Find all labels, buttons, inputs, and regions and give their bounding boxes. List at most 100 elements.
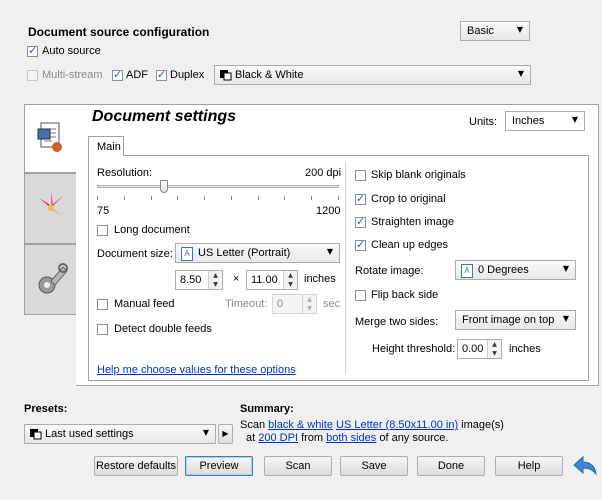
tab-main-label: Main xyxy=(97,141,121,153)
chevron-down-icon: ▼ xyxy=(562,264,569,273)
tab-document-settings[interactable] xyxy=(24,104,77,173)
document-settings-icon xyxy=(37,122,62,152)
save-button[interactable]: Save xyxy=(340,456,408,476)
slider-tick xyxy=(204,196,205,200)
flower-icon xyxy=(39,192,63,218)
slider-track xyxy=(97,185,339,188)
straighten-checkbox[interactable] xyxy=(355,215,366,228)
summary-scan: Scan xyxy=(240,419,266,431)
presets-label: Presets: xyxy=(24,403,68,415)
source-config-title: Document source configuration xyxy=(28,25,210,39)
adf-label: ADF xyxy=(126,69,148,81)
skip-blank-checkbox[interactable] xyxy=(355,170,366,181)
long-document-checkbox[interactable] xyxy=(97,225,108,236)
document-settings-title: Document settings xyxy=(92,108,237,125)
presets-value: Last used settings xyxy=(45,428,134,440)
long-document-label: Long document xyxy=(114,224,190,236)
resolution-slider[interactable] xyxy=(97,180,339,206)
chevron-down-icon: ▼ xyxy=(571,115,578,124)
summary-bw-link[interactable]: black & white xyxy=(268,419,333,431)
height-threshold-label: Height threshold: xyxy=(372,343,456,355)
mode-select[interactable]: Basic ▼ xyxy=(460,21,530,41)
rotate-value: 0 Degrees xyxy=(478,264,529,276)
resolution-max: 1200 xyxy=(316,205,341,217)
clean-edges-label: Clean up edges xyxy=(371,239,449,251)
done-button[interactable]: Done xyxy=(417,456,485,476)
column-divider xyxy=(345,162,346,374)
flip-back-checkbox[interactable] xyxy=(355,290,366,301)
summary-from: from xyxy=(301,432,324,444)
height-field[interactable]: 11.00 ▲ ▼ xyxy=(246,270,298,290)
summary-images: image(s) xyxy=(461,419,504,431)
merge-value: Front image on top xyxy=(462,314,555,326)
summary-text: Scan black & white US Letter (8.50x11.00… xyxy=(240,419,540,445)
tab-device-settings[interactable] xyxy=(24,244,77,315)
chevron-down-icon: ▼ xyxy=(562,314,569,323)
help-choose-link[interactable]: Help me choose values for these options xyxy=(97,364,296,376)
wrench-gear-icon xyxy=(38,263,68,294)
summary-dpi-link[interactable]: 200 DPI xyxy=(258,432,298,444)
units-value: Inches xyxy=(512,115,545,127)
mode-select-value: Basic xyxy=(467,25,494,37)
summary-label: Summary: xyxy=(240,403,294,415)
duplex-checkbox[interactable] xyxy=(156,68,167,81)
slider-thumb[interactable] xyxy=(160,180,168,193)
duplex-label: Duplex xyxy=(170,69,205,81)
preset-menu-button[interactable]: ▶ xyxy=(218,424,233,444)
height-threshold-field[interactable]: 0.00 ▲ ▼ xyxy=(457,339,502,359)
merge-select[interactable]: Front image on top ▼ xyxy=(455,310,576,330)
color-mode-select[interactable]: Black & White ▼ xyxy=(214,65,531,85)
skip-blank-label: Skip blank originals xyxy=(371,169,466,181)
document-size-select[interactable]: A US Letter (Portrait) ▼ xyxy=(175,243,340,263)
rotate-label: Rotate image: xyxy=(355,265,424,277)
tab-image-settings[interactable] xyxy=(24,173,77,244)
chevron-down-icon: ▼ xyxy=(326,247,333,256)
resolution-value: 200 dpi xyxy=(305,167,342,179)
play-arrow-icon: ▶ xyxy=(222,429,229,438)
detect-double-feeds-label: Detect double feeds xyxy=(114,323,212,335)
height-value: 11.00 xyxy=(251,274,278,286)
height-threshold-value: 0.00 xyxy=(462,343,484,355)
spin-arrows-icon[interactable]: ▲ ▼ xyxy=(208,271,222,289)
slider-tick xyxy=(231,196,232,200)
crop-label: Crop to original xyxy=(371,193,446,205)
straighten-label: Straighten image xyxy=(371,216,455,228)
bw-mode-icon xyxy=(30,429,42,443)
presets-select[interactable]: Last used settings ▼ xyxy=(24,424,216,444)
clean-edges-checkbox[interactable] xyxy=(355,238,366,251)
page-icon: A xyxy=(181,247,193,261)
manual-feed-checkbox[interactable] xyxy=(97,299,108,310)
restore-defaults-button[interactable]: Restore defaults xyxy=(94,456,178,476)
crop-checkbox[interactable] xyxy=(355,192,366,205)
spin-arrows-icon[interactable]: ▲ ▼ xyxy=(283,271,297,289)
auto-source-checkbox[interactable] xyxy=(27,44,38,57)
multi-stream-checkbox[interactable] xyxy=(27,70,38,81)
timeout-field[interactable]: 0 ▲ ▼ xyxy=(272,294,317,314)
times-sign: × xyxy=(233,273,240,285)
summary-tail: of any source. xyxy=(379,432,449,444)
help-button[interactable]: Help xyxy=(495,456,563,476)
adf-checkbox[interactable] xyxy=(112,68,123,81)
detect-double-feeds-checkbox[interactable] xyxy=(97,324,108,335)
manual-feed-label: Manual feed xyxy=(114,298,175,310)
back-arrow-icon[interactable] xyxy=(572,454,598,478)
slider-tick xyxy=(258,196,259,200)
chevron-down-icon: ▼ xyxy=(517,69,524,78)
timeout-units: sec xyxy=(323,298,341,310)
width-field[interactable]: 8.50 ▲ ▼ xyxy=(175,270,223,290)
rotate-select[interactable]: A 0 Degrees ▼ xyxy=(455,260,576,280)
summary-size-link[interactable]: US Letter (8.50x11.00 in) xyxy=(336,419,458,431)
scan-button[interactable]: Scan xyxy=(264,456,332,476)
summary-sides-link[interactable]: both sides xyxy=(326,432,376,444)
page-icon: A xyxy=(461,264,473,278)
slider-tick xyxy=(338,196,339,200)
height-threshold-units: inches xyxy=(509,343,541,355)
units-select[interactable]: Inches ▼ xyxy=(505,111,585,131)
timeout-label: Timeout: xyxy=(225,298,268,310)
document-size-value: US Letter (Portrait) xyxy=(198,247,291,259)
preview-button[interactable]: Preview xyxy=(185,456,253,476)
tab-main[interactable]: Main xyxy=(88,136,124,156)
timeout-value: 0 xyxy=(277,298,284,310)
spin-arrows-icon[interactable]: ▲ ▼ xyxy=(487,340,501,358)
spin-arrows-icon[interactable]: ▲ ▼ xyxy=(302,295,316,313)
